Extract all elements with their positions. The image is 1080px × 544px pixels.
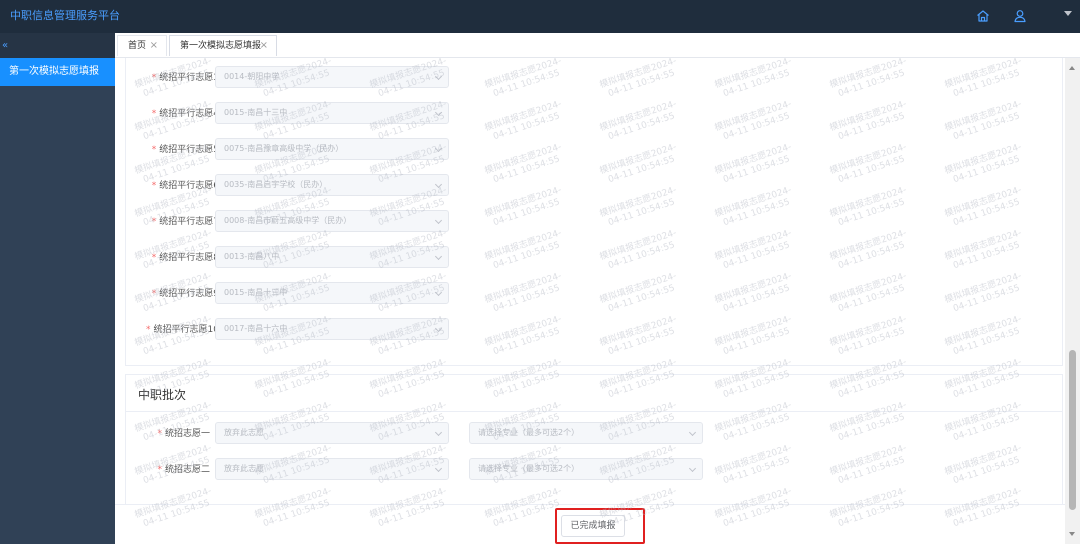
- chevron-down-icon: [434, 72, 443, 81]
- chevron-down-icon: [434, 180, 443, 189]
- chevron-down-icon: [434, 464, 443, 473]
- field-label: * 统招平行志愿4: [151, 109, 219, 119]
- scrollbar-thumb[interactable]: [1069, 350, 1076, 510]
- chevron-down-icon: [434, 108, 443, 117]
- tab-mock-application[interactable]: 第一次模拟志愿填报 ×: [169, 35, 277, 56]
- highlight-box: [555, 508, 645, 544]
- field-label: * 统招志愿二: [157, 465, 210, 475]
- chevron-down-icon: [434, 144, 443, 153]
- form-row: * 统招志愿一 放弃此志愿 请选择专业（最多可选2个）: [126, 422, 706, 444]
- sidebar-collapse-toggle[interactable]: «: [0, 33, 115, 58]
- choice-select[interactable]: 0015-南昌十三中: [215, 102, 449, 124]
- tab-home[interactable]: 首页 ×: [117, 35, 167, 56]
- tab-label: 第一次模拟志愿填报: [180, 41, 262, 51]
- chevron-down-icon: [688, 428, 697, 437]
- home-icon[interactable]: [975, 8, 991, 24]
- field-label: * 统招平行志愿10: [146, 325, 219, 335]
- form-row: * 统招平行志愿9 0015-南昌十三中: [126, 282, 452, 304]
- field-label: * 统招平行志愿3: [151, 73, 219, 83]
- field-label: * 统招志愿一: [157, 429, 210, 439]
- choice-select[interactable]: 0014-朝阳中学: [215, 66, 449, 88]
- form-row: * 统招平行志愿5 0075-南昌豫章高级中学（民办）: [126, 138, 452, 160]
- form-row: * 统招平行志愿8 0013-南昌八中: [126, 246, 452, 268]
- main-content: * 统招平行志愿3 0014-朝阳中学 * 统招平行志愿4 0015-南昌十三中 *…: [115, 58, 1065, 544]
- form-row: * 统招平行志愿4 0015-南昌十三中: [126, 102, 452, 124]
- form-row: * 统招平行志愿7 0008-南昌市蔚五高级中学（民办）: [126, 210, 452, 232]
- form-row: * 统招平行志愿6 0035-南昌启宇学校（民办）: [126, 174, 452, 196]
- field-label: * 统招平行志愿9: [151, 289, 219, 299]
- choice-select[interactable]: 放弃此志愿: [215, 422, 449, 444]
- scroll-down-arrow-icon[interactable]: [1069, 532, 1075, 536]
- chevron-down-icon: [434, 428, 443, 437]
- chevron-down-icon: [434, 216, 443, 225]
- user-icon[interactable]: [1012, 8, 1028, 24]
- choice-select[interactable]: 0017-南昌十六中: [215, 318, 449, 340]
- sidebar-item-mock-application[interactable]: 第一次模拟志愿填报: [0, 58, 115, 86]
- field-label: * 统招平行志愿5: [151, 145, 219, 155]
- top-bar: 中职信息管理服务平台: [0, 0, 1080, 33]
- field-label: * 统招平行志愿7: [151, 217, 219, 227]
- field-label: * 统招平行志愿6: [151, 181, 219, 191]
- close-icon[interactable]: ×: [150, 36, 158, 56]
- tab-bar: 首页 × 第一次模拟志愿填报 ×: [115, 33, 1080, 58]
- chevron-down-icon: [434, 252, 443, 261]
- chevron-down-icon: [434, 288, 443, 297]
- chevron-down-icon: [688, 464, 697, 473]
- close-icon[interactable]: ×: [260, 36, 268, 56]
- choice-select[interactable]: 0015-南昌十三中: [215, 282, 449, 304]
- vertical-scrollbar[interactable]: [1065, 58, 1080, 544]
- form-footer: 已完成填报: [115, 504, 1065, 544]
- divider: [126, 411, 1062, 412]
- caret-down-icon[interactable]: [1064, 11, 1072, 16]
- choice-select[interactable]: 放弃此志愿: [215, 458, 449, 480]
- section-title: 中职批次: [138, 388, 187, 402]
- major-select[interactable]: 请选择专业（最多可选2个）: [469, 458, 703, 480]
- major-select[interactable]: 请选择专业（最多可选2个）: [469, 422, 703, 444]
- form-row: * 统招平行志愿3 0014-朝阳中学: [126, 66, 452, 88]
- form-row: * 统招平行志愿10 0017-南昌十六中: [126, 318, 452, 340]
- tab-label: 首页: [128, 41, 147, 51]
- sidebar: « 第一次模拟志愿填报: [0, 33, 115, 544]
- app-title: 中职信息管理服务平台: [10, 9, 120, 22]
- scroll-up-arrow-icon[interactable]: [1069, 66, 1075, 70]
- chevron-down-icon: [434, 324, 443, 333]
- parallel-choices-card: * 统招平行志愿3 0014-朝阳中学 * 统招平行志愿4 0015-南昌十三中 *…: [125, 58, 1063, 366]
- choice-select[interactable]: 0013-南昌八中: [215, 246, 449, 268]
- choice-select[interactable]: 0075-南昌豫章高级中学（民办）: [215, 138, 449, 160]
- choice-select[interactable]: 0035-南昌启宇学校（民办）: [215, 174, 449, 196]
- field-label: * 统招平行志愿8: [151, 253, 219, 263]
- form-row: * 统招志愿二 放弃此志愿 请选择专业（最多可选2个）: [126, 458, 706, 480]
- choice-select[interactable]: 0008-南昌市蔚五高级中学（民办）: [215, 210, 449, 232]
